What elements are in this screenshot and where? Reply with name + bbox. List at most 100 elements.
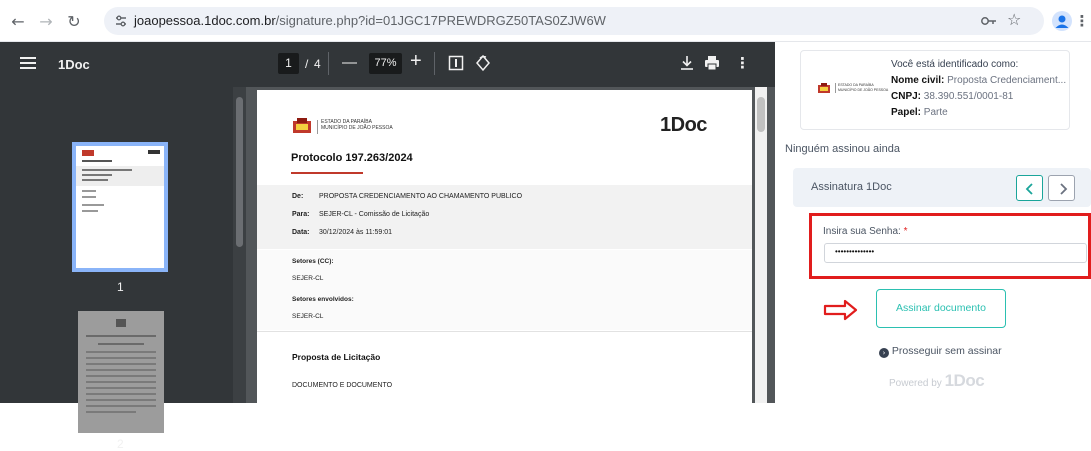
- bookmark-star-icon[interactable]: ☆: [1007, 10, 1021, 29]
- zoom-input[interactable]: 77%: [369, 53, 402, 74]
- nome-value: Proposta Credenciament...: [947, 75, 1067, 86]
- pdf-toolbar: 1Doc 1 / 4 — 77% + ⋮: [0, 42, 775, 87]
- document-scrollbar[interactable]: [755, 87, 767, 403]
- section-title: Proposta de Licitação: [292, 352, 381, 362]
- print-icon[interactable]: [704, 55, 720, 71]
- org-name: ESTADO DA PARAÍBA MUNICÍPIO DE JOÃO PESS…: [838, 83, 888, 92]
- thumb-line: [82, 210, 98, 212]
- identified-title: Você está identificado como:: [891, 59, 1019, 70]
- thumbnail-label-2: 2: [117, 437, 124, 451]
- papel-label: Papel:: [891, 107, 922, 118]
- title-underline: [291, 172, 363, 174]
- chevron-left-icon: [1025, 183, 1033, 195]
- download-icon[interactable]: [680, 55, 694, 71]
- zoom-in-button[interactable]: +: [410, 50, 422, 73]
- sectors-block: Setores (CC): SEJER-CL Setores envolvido…: [257, 250, 752, 330]
- powered-by-text: Powered by: [889, 378, 942, 389]
- thumb-line: [86, 375, 156, 377]
- document-page: ESTADO DA PARAÍBA MUNICÍPIO DE JOÃO PESS…: [257, 90, 752, 410]
- envolvidos-value: SEJER-CL: [292, 313, 324, 320]
- reload-icon[interactable]: ↻: [64, 11, 84, 31]
- prev-method-button[interactable]: [1016, 175, 1043, 201]
- pdf-more-icon[interactable]: ⋮: [735, 54, 750, 72]
- back-icon[interactable]: ←: [8, 11, 28, 31]
- scrollbar-thumb[interactable]: [757, 97, 765, 132]
- body-text: DOCUMENTO E DOCUMENTO: [292, 382, 393, 389]
- page-number-input[interactable]: 1: [278, 53, 299, 74]
- powered-by-brand: 1Doc: [944, 371, 985, 390]
- page-separator: /: [305, 57, 309, 71]
- sign-document-button[interactable]: Assinar documento: [876, 289, 1006, 328]
- thumb-line: [86, 381, 156, 383]
- signers-status: Ninguém assinou ainda: [785, 143, 900, 155]
- thumbnail-pane: 1 2: [0, 87, 246, 451]
- toolbar-divider: [434, 52, 435, 75]
- logo-divider: [835, 83, 836, 93]
- cnpj-label: CNPJ:: [891, 91, 922, 102]
- url-text[interactable]: joaopessoa.1doc.com.br/signature.php?id=…: [134, 13, 606, 28]
- thumbnail-page-1[interactable]: [72, 142, 168, 272]
- thumb-line: [86, 357, 156, 359]
- password-key-icon[interactable]: [980, 13, 998, 29]
- fit-page-icon[interactable]: [448, 55, 464, 71]
- org-line-2: MUNICÍPIO DE JOÃO PESSOA: [838, 87, 889, 92]
- address-bar[interactable]: joaopessoa.1doc.com.br/signature.php?id=…: [104, 7, 1044, 35]
- para-value: SEJER-CL - Comissão de Licitação: [319, 211, 430, 218]
- forward-icon[interactable]: →: [36, 11, 56, 31]
- para-label: Para:: [292, 211, 310, 218]
- thumb-line: [82, 160, 112, 162]
- data-label: Data:: [292, 229, 310, 236]
- signature-method-label: Assinatura 1Doc: [811, 181, 892, 193]
- thumb-line: [86, 351, 156, 353]
- thumb-line: [82, 204, 104, 206]
- skip-signing-link[interactable]: › Prosseguir sem assinar: [879, 345, 1002, 358]
- browser-menu-icon[interactable]: ⋮: [1072, 11, 1091, 31]
- scrollbar-thumb[interactable]: [236, 97, 243, 247]
- papel-row: Papel: Parte: [891, 107, 948, 118]
- rotate-icon[interactable]: [475, 54, 491, 72]
- coat-of-arms-logo: [817, 82, 831, 94]
- thumb-line: [86, 399, 156, 401]
- thumb-line: [86, 335, 156, 337]
- envolvidos-label: Setores envolvidos:: [292, 296, 354, 303]
- org-name: ESTADO DA PARAÍBA MUNICÍPIO DE JOÃO PESS…: [321, 119, 393, 131]
- setores-label: Setores (CC):: [292, 258, 334, 265]
- pdf-viewer: 1Doc 1 / 4 — 77% + ⋮ 1 2 ESTADO DA PARAÍ…: [0, 42, 775, 451]
- org-line-2: MUNICÍPIO DE JOÃO PESSOA: [321, 125, 393, 131]
- nome-row: Nome civil: Proposta Credenciament...: [891, 75, 1066, 86]
- thumbnail-page-2[interactable]: [78, 311, 164, 433]
- password-highlight-box: Insira sua Senha: * ••••••••••••••: [809, 213, 1091, 279]
- setores-value: SEJER-CL: [292, 275, 324, 282]
- cnpj-value: 38.390.551/0001-81: [923, 91, 1014, 102]
- browser-toolbar: ← → ↻ joaopessoa.1doc.com.br/signature.p…: [0, 0, 1091, 42]
- thumbnail-label-1: 1: [117, 280, 124, 294]
- url-path: /signature.php?id=01JGC17PREWDRGZ50TAS0Z…: [275, 13, 606, 28]
- arrow-circle-icon: ›: [879, 348, 889, 358]
- zoom-out-button[interactable]: —: [342, 54, 357, 71]
- required-asterisk: *: [903, 226, 908, 237]
- thumb-line: [86, 405, 156, 407]
- chevron-right-icon: [1060, 183, 1068, 195]
- metadata-block: De: PROPOSTA CREDENCIAMENTO AO CHAMAMENT…: [257, 185, 752, 249]
- nome-label: Nome civil:: [891, 75, 945, 86]
- coat-of-arms-logo: [291, 118, 313, 136]
- de-value: PROPOSTA CREDENCIAMENTO AO CHAMAMENTO PU…: [319, 193, 523, 200]
- url-host: joaopessoa.1doc.com.br: [134, 13, 276, 28]
- password-value: ••••••••••••••: [835, 247, 875, 256]
- powered-by: Powered by 1Doc: [889, 371, 985, 391]
- thumbnail-scrollbar[interactable]: [233, 87, 246, 403]
- thumb-line: [86, 393, 156, 395]
- site-settings-icon[interactable]: [114, 14, 128, 28]
- thumb-logo: [116, 319, 126, 327]
- thumb-line: [86, 369, 156, 371]
- next-method-button[interactable]: [1048, 175, 1075, 201]
- hamburger-icon[interactable]: [20, 56, 36, 70]
- password-label: Insira sua Senha: *: [823, 226, 908, 237]
- password-input[interactable]: ••••••••••••••: [824, 243, 1087, 263]
- profile-avatar-icon[interactable]: [1052, 11, 1072, 31]
- page-total: 4: [314, 57, 321, 71]
- de-label: De:: [292, 193, 304, 200]
- thumb-line: [86, 411, 136, 413]
- thumb-brand: [148, 150, 160, 154]
- thumb-line: [82, 179, 108, 181]
